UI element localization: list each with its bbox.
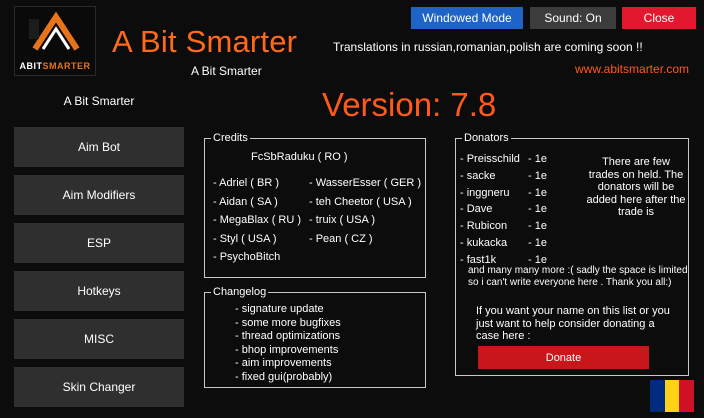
credits-entry: - Pean ( CZ ) — [309, 232, 373, 245]
sidebar-item-hotkeys[interactable]: Hotkeys — [14, 271, 184, 311]
donator-name: - Preisschild — [460, 153, 520, 165]
logo-text-accent: SMARTER — [42, 61, 91, 71]
donator-name: - inggneru — [460, 186, 510, 199]
app-subtitle: A Bit Smarter — [191, 64, 262, 78]
changelog-list: - signature update - some more bugfixes … — [235, 303, 341, 384]
changelog-item: - fixed gui(probably) — [235, 370, 333, 383]
donate-call-to-action: If you want your name on this list or yo… — [476, 305, 670, 343]
credits-column-left: - Adriel ( BR ) - Aidan ( SA ) - MegaBla… — [213, 174, 301, 267]
changelog-item: - thread optimizations — [235, 330, 341, 342]
logo-emblem-icon — [29, 11, 80, 51]
app-logo: ABITSMARTER — [14, 6, 96, 76]
website-link[interactable]: www.abitsmarter.com — [575, 62, 689, 76]
credits-entry: - Styl ( USA ) — [213, 232, 277, 245]
donators-pending-note: There are few trades on held. The donato… — [586, 156, 686, 218]
donator-amount: - 1e — [528, 236, 547, 249]
flag-stripe-red — [679, 380, 695, 412]
credits-column-right: - WasserEsser ( GER ) - teh Cheetor ( US… — [309, 174, 421, 248]
logo-text-main: ABIT — [19, 61, 43, 71]
donator-name: - Rubicon — [460, 220, 508, 233]
donator-name: - sacke — [460, 169, 496, 182]
announcement-text: Translations in russian,romanian,polish … — [333, 40, 643, 54]
flag-stripe-blue — [650, 380, 665, 412]
credits-entry: - PsychoBitch — [213, 251, 281, 264]
romanian-flag-icon[interactable] — [650, 380, 695, 412]
donator-name: - kukacka — [460, 236, 508, 249]
credits-lead: FcSbRaduku ( RO ) — [251, 151, 348, 163]
credits-title: Credits — [211, 131, 250, 145]
donator-amount: - 1e — [528, 220, 547, 233]
donate-button[interactable]: Donate — [478, 346, 649, 369]
sidebar-item-esp[interactable]: ESP — [14, 223, 184, 263]
logo-wordmark: ABITSMARTER — [15, 61, 95, 71]
donator-amount: - 1e — [528, 186, 547, 199]
credits-entry: - Aidan ( SA ) — [213, 195, 278, 208]
donators-thanks-text: and many many more :( sadly the space is… — [468, 265, 688, 288]
donator-amount: - 1e — [528, 203, 547, 216]
app-title: A Bit Smarter — [112, 24, 298, 59]
sidebar-item-aim-bot[interactable]: Aim Bot — [14, 127, 184, 167]
donators-title: Donators — [462, 131, 511, 145]
version-label: Version: 7.8 — [322, 86, 497, 123]
windowed-mode-button[interactable]: Windowed Mode — [411, 7, 523, 29]
sidebar-item-aim-modifiers[interactable]: Aim Modifiers — [14, 175, 184, 215]
credits-entry: - teh Cheetor ( USA ) — [309, 195, 412, 208]
changelog-group: Changelog - signature update - some more… — [204, 285, 426, 388]
credits-entry: - MegaBlax ( RU ) — [213, 214, 302, 227]
changelog-title: Changelog — [211, 285, 269, 299]
credits-entry: - truix ( USA ) — [309, 214, 376, 227]
sidebar-item-misc[interactable]: MISC — [14, 319, 184, 359]
credits-entry: - Adriel ( BR ) — [213, 177, 280, 189]
sidebar-item-home[interactable]: A Bit Smarter — [14, 83, 184, 119]
close-button[interactable]: Close — [622, 7, 696, 29]
credits-group: Credits FcSbRaduku ( RO ) - Adriel ( BR … — [204, 131, 426, 278]
donator-amount: - 1e — [528, 169, 547, 182]
changelog-item: - bhop improvements — [235, 343, 339, 356]
changelog-item: - some more bugfixes — [235, 316, 341, 329]
credits-entry: - WasserEsser ( GER ) — [309, 177, 422, 189]
sidebar-item-skin-changer[interactable]: Skin Changer — [14, 367, 184, 407]
sound-toggle-button[interactable]: Sound: On — [530, 7, 616, 29]
flag-stripe-yellow — [664, 380, 680, 412]
changelog-item: - aim improvements — [235, 357, 332, 369]
donator-amount: - 1e — [528, 153, 547, 165]
donator-name: - Dave — [460, 203, 493, 216]
changelog-item: - signature update — [235, 303, 324, 315]
donators-group: Donators - Preisschild - 1e - sacke - 1e -… — [455, 131, 689, 376]
